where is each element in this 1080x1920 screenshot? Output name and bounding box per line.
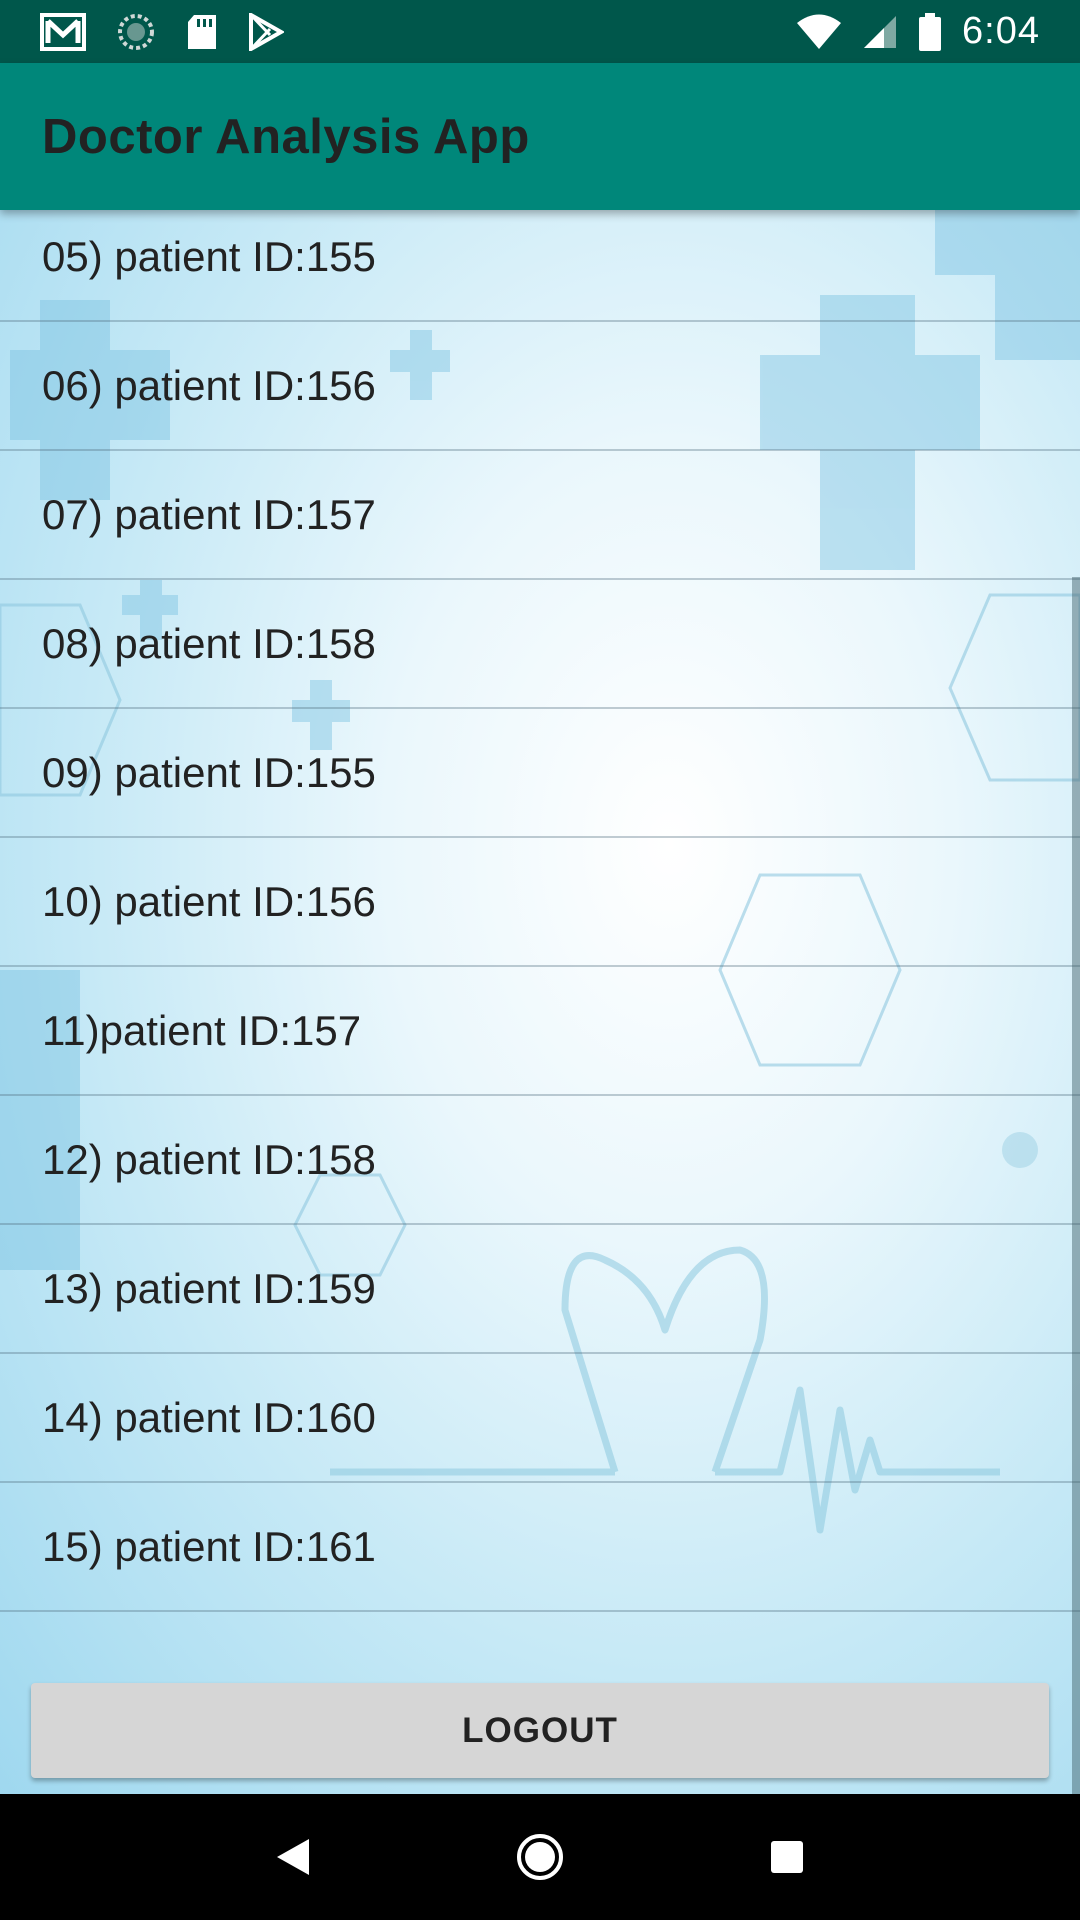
patient-list: 05) patient ID:155 06) patient ID:156 07) …	[0, 210, 1080, 1612]
recents-icon[interactable]	[737, 1807, 837, 1907]
patient-list-container[interactable]: 05) patient ID:155 06) patient ID:156 07) …	[0, 210, 1080, 1794]
home-icon[interactable]	[490, 1807, 590, 1907]
patient-label: 10) patient ID:156	[42, 877, 376, 925]
back-icon[interactable]	[243, 1807, 343, 1907]
patient-label: 15) patient ID:161	[42, 1522, 376, 1570]
patient-label: 11)patient ID:157	[42, 1006, 362, 1054]
patient-label: 07) patient ID:157	[42, 490, 376, 538]
patient-label: 06) patient ID:156	[42, 361, 376, 409]
wifi-icon	[796, 14, 842, 50]
status-bar: 6:04	[0, 0, 1080, 63]
patient-list-item[interactable]: 08) patient ID:158	[0, 578, 1080, 707]
patient-list-item[interactable]: 15) patient ID:161	[0, 1481, 1080, 1610]
sd-card-icon	[186, 13, 218, 51]
logout-button[interactable]: LOGOUT	[31, 1683, 1049, 1778]
scrollbar[interactable]	[1072, 577, 1080, 1794]
patient-label: 08) patient ID:158	[42, 619, 376, 667]
patient-list-item[interactable]: 07) patient ID:157	[0, 449, 1080, 578]
cell-signal-icon	[862, 14, 898, 50]
gmail-icon	[40, 12, 86, 51]
app-bar: Doctor Analysis App	[0, 63, 1080, 210]
navigation-bar	[0, 1794, 1080, 1920]
play-store-icon	[248, 12, 284, 51]
patient-label: 09) patient ID:155	[42, 748, 376, 796]
patient-list-item[interactable]: 10) patient ID:156	[0, 836, 1080, 965]
patient-list-item[interactable]: 14) patient ID:160	[0, 1352, 1080, 1481]
list-divider	[0, 1610, 1080, 1612]
patient-list-item[interactable]: 11)patient ID:157	[0, 965, 1080, 1094]
app-title: Doctor Analysis App	[42, 109, 530, 164]
patient-list-item[interactable]: 06) patient ID:156	[0, 320, 1080, 449]
patient-list-item[interactable]: 05) patient ID:155	[0, 210, 1080, 320]
patient-list-item[interactable]: 13) patient ID:159	[0, 1223, 1080, 1352]
patient-label: 05) patient ID:155	[42, 232, 376, 280]
status-time: 6:04	[962, 10, 1040, 52]
patient-label: 14) patient ID:160	[42, 1393, 376, 1441]
battery-icon	[918, 12, 942, 52]
sync-icon	[116, 12, 156, 52]
patient-list-item[interactable]: 12) patient ID:158	[0, 1094, 1080, 1223]
patient-label: 12) patient ID:158	[42, 1135, 376, 1183]
patient-label: 13) patient ID:159	[42, 1264, 376, 1312]
patient-list-item[interactable]: 09) patient ID:155	[0, 707, 1080, 836]
